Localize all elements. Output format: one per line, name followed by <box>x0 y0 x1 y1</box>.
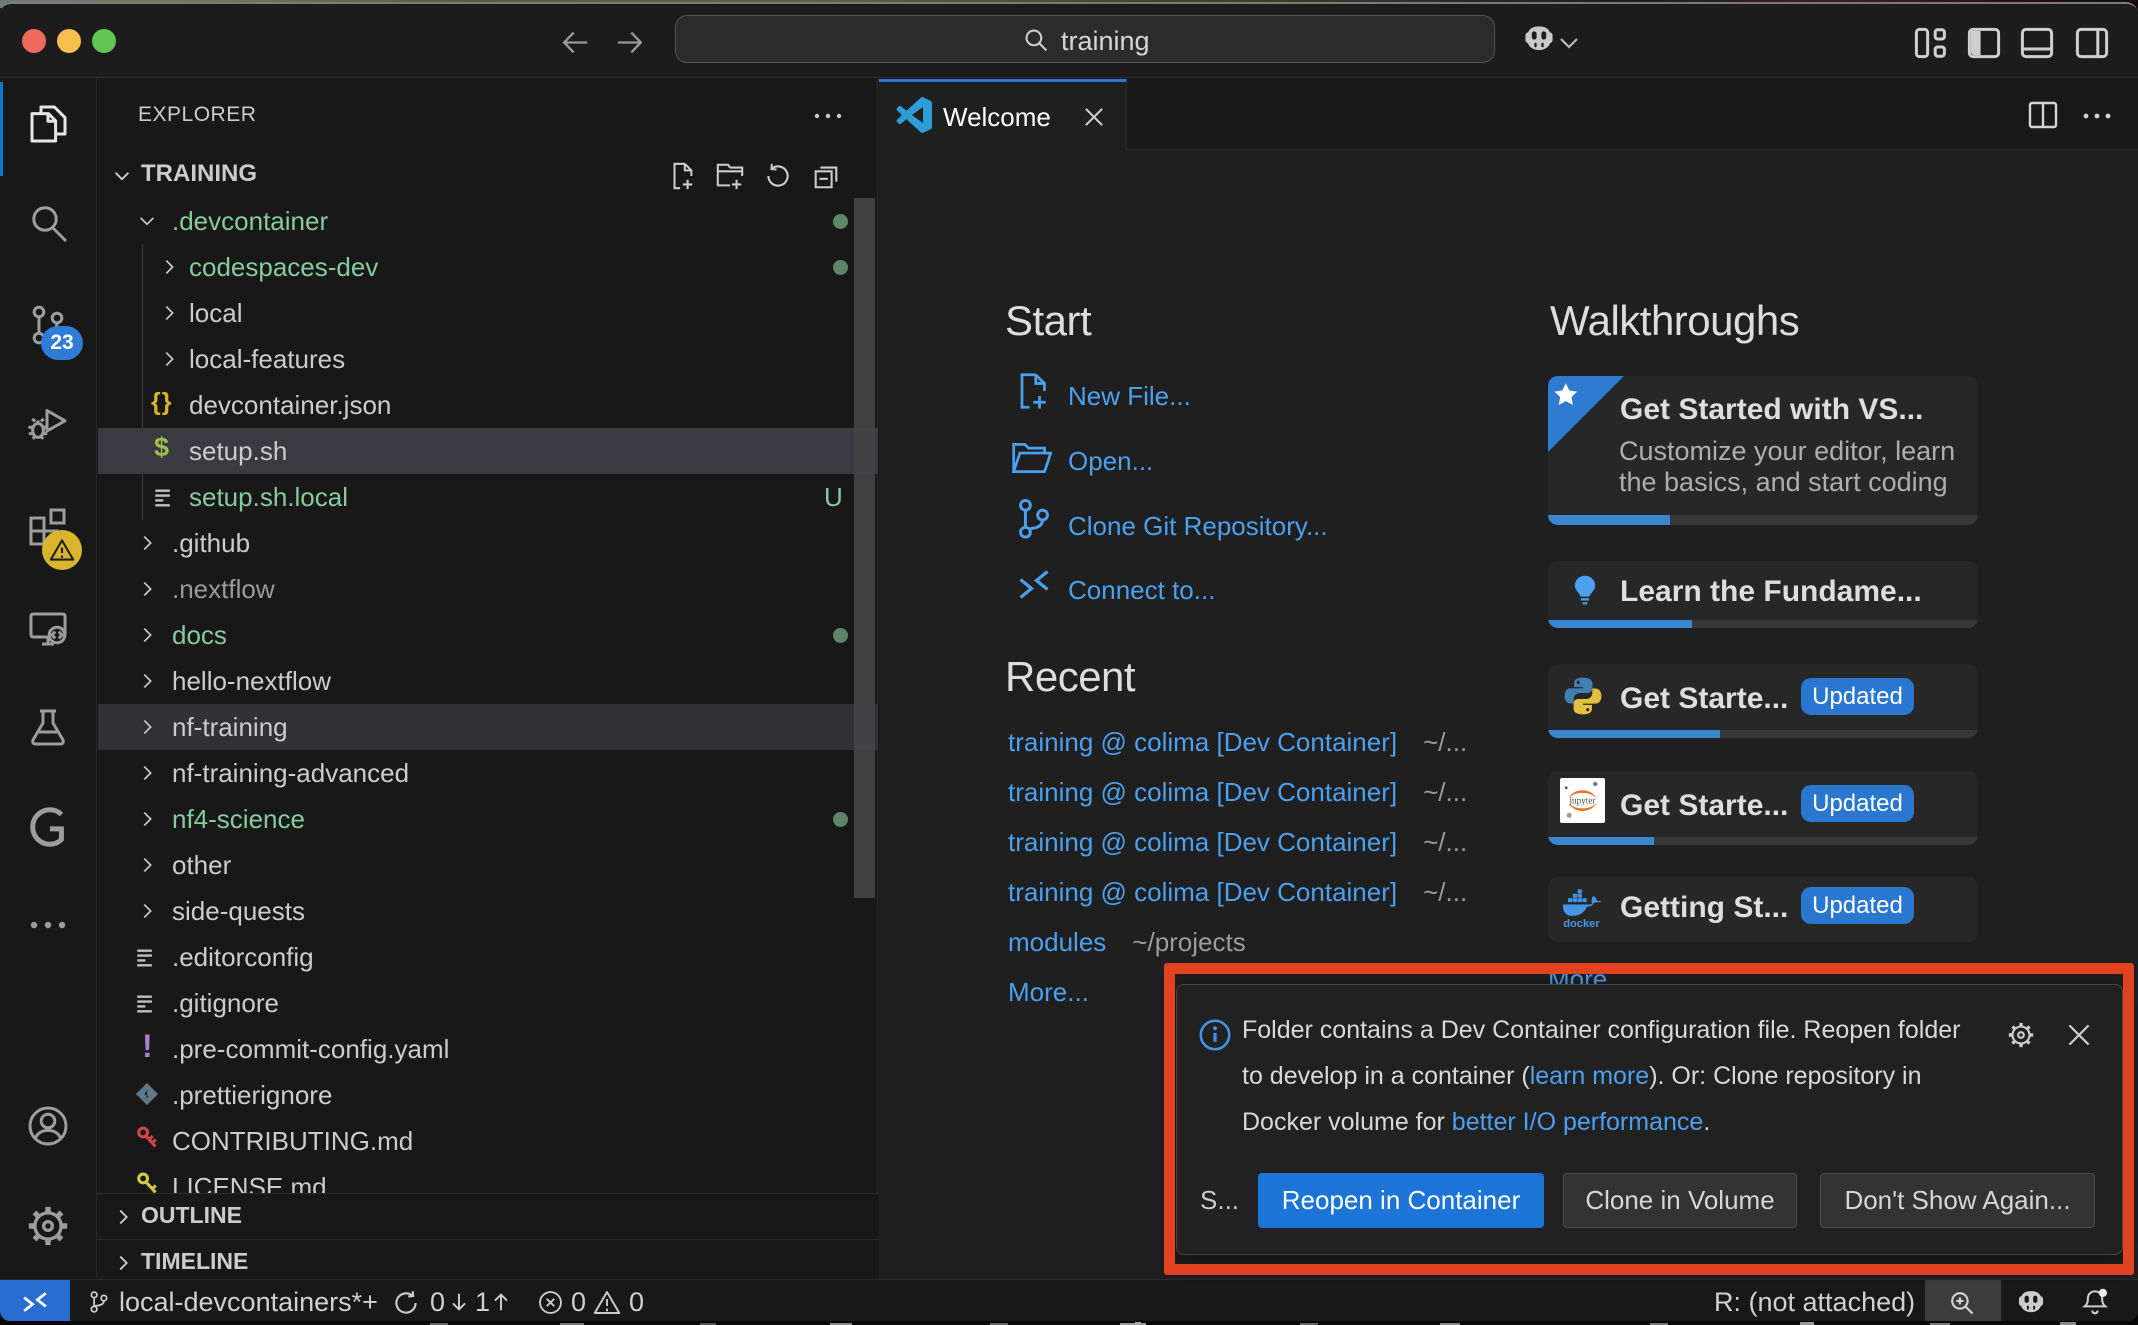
svg-text:jupyter: jupyter <box>1569 796 1596 806</box>
svg-text:docker: docker <box>1563 918 1600 930</box>
